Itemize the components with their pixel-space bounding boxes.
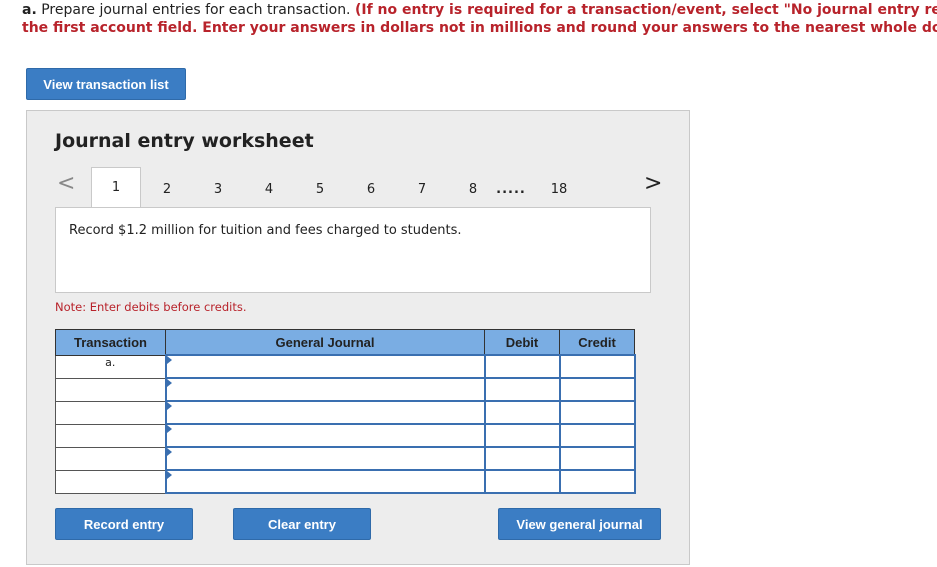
tab-ellipsis: ..... [496, 181, 526, 197]
tab-1[interactable]: 1 [91, 167, 141, 207]
debit-field[interactable] [483, 446, 561, 471]
dropdown-marker-icon [166, 402, 172, 410]
table-row [55, 446, 636, 471]
next-arrow-icon[interactable]: > [644, 171, 662, 196]
transaction-cell: a. [55, 354, 166, 379]
account-field[interactable] [164, 377, 486, 402]
journal-table: Transaction General Journal Debit Credit… [55, 329, 636, 494]
debit-field[interactable] [483, 423, 561, 448]
dropdown-marker-icon [166, 471, 172, 479]
table-row [55, 469, 636, 494]
transaction-description-box: Record $1.2 million for tuition and fees… [55, 207, 651, 293]
worksheet-title: Journal entry worksheet [55, 130, 314, 152]
instructions: a. Prepare journal entries for each tran… [22, 1, 937, 37]
transaction-cell [55, 446, 166, 471]
credit-field[interactable] [558, 400, 636, 425]
header-credit: Credit [559, 329, 635, 356]
tab-18[interactable]: 18 [544, 171, 574, 207]
transaction-cell [55, 469, 166, 494]
tab-7[interactable]: 7 [407, 171, 437, 207]
credit-field[interactable] [558, 377, 636, 402]
tab-2[interactable]: 2 [152, 171, 182, 207]
instructions-line-1: a. Prepare journal entries for each tran… [22, 1, 937, 19]
credit-field[interactable] [558, 423, 636, 448]
debit-field[interactable] [483, 377, 561, 402]
record-entry-button[interactable]: Record entry [55, 508, 193, 540]
header-general-journal: General Journal [165, 329, 485, 356]
header-debit: Debit [484, 329, 560, 356]
part-label: a. [22, 2, 37, 18]
debit-field[interactable] [483, 400, 561, 425]
transaction-cell [55, 400, 166, 425]
view-general-journal-button[interactable]: View general journal [498, 508, 661, 540]
view-transaction-list-button[interactable]: View transaction list [26, 68, 186, 100]
debit-field[interactable] [483, 354, 561, 379]
account-field[interactable] [164, 469, 486, 494]
table-row [55, 400, 636, 425]
table-row [55, 377, 636, 402]
transaction-description: Record $1.2 million for tuition and fees… [69, 223, 462, 238]
transaction-cell [55, 423, 166, 448]
dropdown-marker-icon [166, 379, 172, 387]
journal-entry-worksheet: Journal entry worksheet < > 1 2 3 4 5 6 … [26, 110, 690, 565]
dropdown-marker-icon [166, 448, 172, 456]
note-text: Note: Enter debits before credits. [55, 300, 247, 314]
transaction-cell [55, 377, 166, 402]
instructions-emphasis-1: (If no entry is required for a transacti… [354, 2, 937, 18]
clear-entry-button[interactable]: Clear entry [233, 508, 371, 540]
credit-field[interactable] [558, 354, 636, 379]
prev-arrow-icon[interactable]: < [57, 171, 75, 196]
table-row: a. [55, 354, 636, 379]
dropdown-marker-icon [166, 425, 172, 433]
account-field[interactable] [164, 423, 486, 448]
account-field[interactable] [164, 400, 486, 425]
credit-field[interactable] [558, 469, 636, 494]
tab-5[interactable]: 5 [305, 171, 335, 207]
dropdown-marker-icon [166, 356, 172, 364]
tab-3[interactable]: 3 [203, 171, 233, 207]
header-transaction: Transaction [55, 329, 166, 356]
account-field[interactable] [164, 354, 486, 379]
account-field[interactable] [164, 446, 486, 471]
table-header-row: Transaction General Journal Debit Credit [55, 329, 635, 356]
debit-field[interactable] [483, 469, 561, 494]
tab-4[interactable]: 4 [254, 171, 284, 207]
table-row [55, 423, 636, 448]
tab-6[interactable]: 6 [356, 171, 386, 207]
credit-field[interactable] [558, 446, 636, 471]
tab-8[interactable]: 8 [458, 171, 488, 207]
instructions-text: Prepare journal entries for each transac… [41, 2, 351, 18]
instructions-emphasis-2: the first account field. Enter your answ… [22, 20, 937, 36]
